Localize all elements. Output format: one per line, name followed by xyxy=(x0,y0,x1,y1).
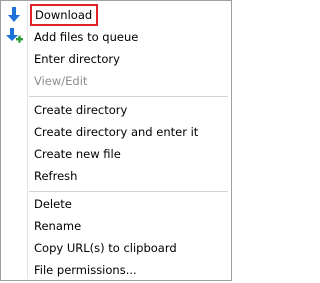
context-menu: Download Add files to queue Enter direct… xyxy=(0,0,232,281)
menu-item-download[interactable]: Download xyxy=(3,4,229,26)
menu-item-view-edit: View/Edit xyxy=(3,70,229,92)
menu-item-refresh[interactable]: Refresh xyxy=(3,165,229,187)
menu-item-label: Enter directory xyxy=(34,52,120,66)
download-arrow-icon xyxy=(4,5,24,25)
menu-item-create-directory-and-enter[interactable]: Create directory and enter it xyxy=(3,121,229,143)
menu-item-copy-url[interactable]: Copy URL(s) to clipboard xyxy=(3,237,229,259)
menu-item-create-new-file[interactable]: Create new file xyxy=(3,143,229,165)
menu-item-label: Rename xyxy=(34,219,82,233)
menu-item-label: Create directory xyxy=(34,103,128,117)
menu-item-label: Download xyxy=(30,4,99,26)
menu-separator xyxy=(29,191,228,192)
menu-item-add-files-to-queue[interactable]: Add files to queue xyxy=(3,26,229,48)
menu-item-enter-directory[interactable]: Enter directory xyxy=(3,48,229,70)
menu-item-label: Refresh xyxy=(34,169,78,183)
add-to-queue-icon xyxy=(4,27,24,47)
menu-item-label: File permissions... xyxy=(34,263,137,277)
menu-item-delete[interactable]: Delete xyxy=(3,193,229,215)
menu-item-rename[interactable]: Rename xyxy=(3,215,229,237)
menu-item-create-directory[interactable]: Create directory xyxy=(3,99,229,121)
menu-item-label: Create directory and enter it xyxy=(34,125,199,139)
menu-item-label: Add files to queue xyxy=(34,30,139,44)
menu-item-label: Copy URL(s) to clipboard xyxy=(34,241,177,255)
menu-item-file-permissions[interactable]: File permissions... xyxy=(3,259,229,281)
menu-item-label: Delete xyxy=(34,197,72,211)
menu-separator xyxy=(29,96,228,97)
menu-item-label: View/Edit xyxy=(34,74,88,88)
menu-item-label: Create new file xyxy=(34,147,121,161)
